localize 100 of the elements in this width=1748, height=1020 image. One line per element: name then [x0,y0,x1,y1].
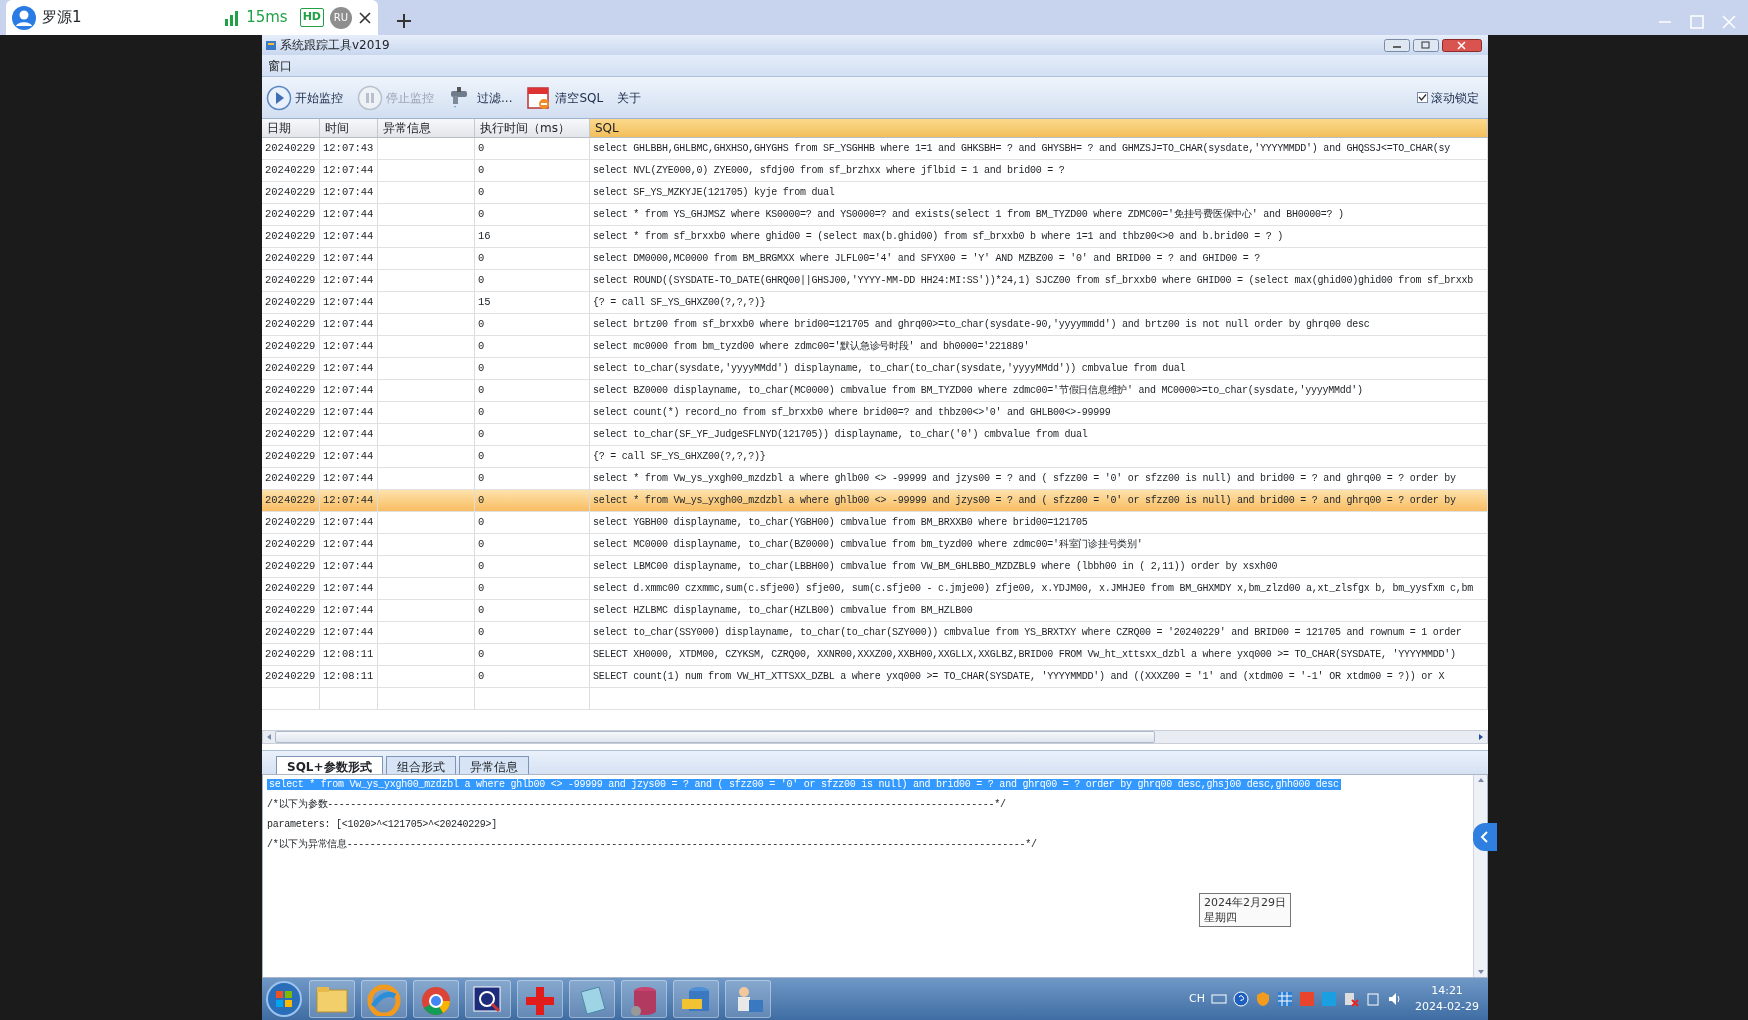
column-header[interactable]: 日期 [262,119,320,137]
date-cell: 20240229 [265,670,316,682]
time-cell: 12:07:44 [323,186,374,198]
scroll-lock-checkbox[interactable]: 滚动锁定 [1417,88,1479,107]
restore-icon[interactable] [1413,38,1439,52]
sql-cell: select * from YS_GHJMSZ where KS0000=? and YS0000=? and exists(select 1 from BM_TYZD00 where ZDMC00='免挂号费医保中心' and BH0000=? ) [593,209,1344,220]
date-cell: 20240229 [265,208,316,220]
duration-cell: 0 [478,648,485,660]
sql-cell: SELECT count(1) num from VW_HT_XTTSXX_DZBL a where yxq000 >= TO_CHAR(SYSDATE, 'YYYYMMDD') and ((XXXZ00 = '1' and (xtdm00 = '-1' OR xtdm00 = ?)) or X [593,671,1445,682]
table-row[interactable]: 20240229 12:07:44 0 {? = call SF_YS_GHXZ00(?,?,?)} [262,446,1488,468]
tab[interactable]: 异常信息 [458,756,529,774]
table-row[interactable]: 20240229 12:07:44 0 select count(*) record_no from sf_brxxb0 where brid00=? and thbz00<>'0' and GHLB00<>-99999 [262,402,1488,424]
sql-cell: select LBMC00 displayname, to_char(LBBH00) cmbvalue from VW_BM_GHLBBO_MZDZBL9 where (lbbh00 in ( 2,11)) order by xsxh00 [593,561,1278,572]
help-icon[interactable] [1233,991,1250,1007]
table-row[interactable]: 20240229 12:07:44 0 select NVL(ZYE000,0) ZYE000, sfdj00 from sf_brzhxx where jflbid = 1 and brid00 = ? [262,160,1488,182]
time-cell: 12:07:44 [323,340,374,352]
close-icon[interactable] [358,10,372,25]
duration-cell: 0 [478,252,485,264]
time-cell: 12:07:44 [323,604,374,616]
swirl-logo-icon[interactable] [365,982,403,1016]
vertical-scrollbar[interactable] [1473,775,1487,977]
duration-cell: 0 [478,538,485,550]
table-row[interactable]: 20240229 12:08:11 0 SELECT XH0000, XTDM00, CZYKSM, CZRQ00, XXNR00,XXXZ00,XXBH00,XXGLLX,XXGLBZ,BRID00 FROM Vw_ht_xttsxx_dzbl a where yxq000 >= TO_CHAR(SYSDATE, 'YYYYMMDD') [262,644,1488,666]
window-title: 系统跟踪工具v2019 [280,37,390,54]
duration-cell: 0 [478,208,485,220]
start-orb-icon[interactable] [265,980,303,1018]
date-cell: 20240229 [265,582,316,594]
date-cell: 20240229 [265,340,316,352]
time-cell: 12:07:44 [323,296,374,308]
sql-cell: {? = call SF_YS_GHXZ00(?,?,?)} [593,451,766,462]
menu-item[interactable]: 窗口 [268,56,292,75]
close-icon[interactable] [1442,38,1482,52]
date-cell: 20240229 [265,626,316,638]
sql-cell: select * from Vw_ys_yxgh00_mzdzbl a where ghlb00 <> -99999 and jzys00 = ? and ( sfzz00 = '0' or sfzz00 is null) and brid00 = ? and ghrq00 = ? order by [593,473,1456,484]
table-row[interactable]: 20240229 12:07:44 0 select brtz00 from sf_brxxb0 where brid00=121705 and ghrq00>=to_char(sysdate-90,'yyyymmdd') and brtz00 is not null order by ghrq00 desc [262,314,1488,336]
time-cell: 12:07:44 [323,362,374,374]
table-row[interactable]: 20240229 12:07:44 0 select mc0000 from bm_tyzd00 where zdmc00='默认急诊号时段' and bh0000='221889' [262,336,1488,358]
table-row[interactable]: 20240229 12:07:44 0 select to_char(sysdate,'yyyyMMdd') displayname, to_char(to_char(sysdate,'yyyyMMdd')) cmbvalue from dual [262,358,1488,380]
user-avatar-icon [12,5,36,30]
plus-icon[interactable] [396,13,412,29]
network-icon[interactable] [1343,991,1360,1007]
minimize-icon[interactable] [1384,38,1410,52]
table-row[interactable]: 20240229 12:07:44 0 select SF_YS_MZKYJE(121705) kyje from dual [262,182,1488,204]
table-row[interactable]: 20240229 12:07:44 16 select * from sf_brxxb0 where ghid00 = (select max(b.ghid00) from sf_brxxb0 b where 1=1 and thbz00<>0 and b.brid00 = ? ) [262,226,1488,248]
table-row[interactable]: 20240229 12:07:44 0 select LBMC00 displayname, to_char(LBBH00) cmbvalue from VW_BM_GHLBBO_MZDZBL9 where (lbbh00 in ( 2,11)) order by xsxh00 [262,556,1488,578]
table-row[interactable]: 20240229 12:07:43 0 select GHLBBH,GHLBMC,GHXHSO,GHYGHS from SF_YSGHHB where 1=1 and GHKSBH= ? and GHYSBH= ? and GHMZSJ=TO_CHAR(sysdate,'YYYYMMDD') and GHQSSJ<=TO_CHAR(sy [262,138,1488,160]
toolbar-button[interactable]: 关于 [616,87,643,108]
table-row[interactable]: 20240229 12:07:44 0 select DM0000,MC0000 from BM_BRGMXX where JLFL00='4' and SFYX00 = 'Y' AND MZBZ00 = '0' and BRID00 = ? and GHID00 = ? [262,248,1488,270]
duration-cell: 0 [478,516,485,528]
text-line: parameters: [<1020>^<121705>^<20240229>] [267,819,498,830]
shield-icon[interactable] [1255,991,1272,1007]
table-row[interactable]: 20240229 12:07:44 0 select ROUND((SYSDATE-TO_DATE(GHRQ00||GHSJ00,'YYYY-MM-DD HH24:MI:SS'))*24,1) SJCZ00 from sf_brxxb0 where GHID00 = (select max(ghid00)ghid00 from sf_brxxb [262,270,1488,292]
user-initials-avatar: RU [330,6,352,29]
time-cell: 12:07:44 [323,208,374,220]
date-cell: 20240229 [265,230,316,242]
date-cell: 20240229 [265,252,316,264]
tab[interactable]: 组合形式 [385,756,456,774]
table-row[interactable]: 20240229 12:07:44 0 select MC0000 displayname, to_char(BZ0000) cmbvalue from bm_tyzd00 where zdmc00='科室门诊挂号类别' [262,534,1488,556]
tab-title[interactable]: 罗源1 [42,6,82,29]
grid-icon[interactable] [1277,991,1294,1007]
tab[interactable]: SQL+参数形式 [276,756,383,774]
table-row[interactable]: 20240229 12:07:44 0 select * from Vw_ys_yxgh00_mzdzbl a where ghlb00 <> -99999 and jzys00 = ? and ( sfzz00 = '0' or sfzz00 is null) and brid00 = ? and ghrq00 = ? order by [262,490,1488,512]
table-row[interactable]: 20240229 12:07:44 0 select to_char(SF_YF_JudgeSFLNYD(121705)) displayname, to_char('0') cmbvalue from dual [262,424,1488,446]
horizontal-scrollbar[interactable] [262,730,1488,744]
text-line: /*以下为异常信息----------------------------------------------------------------------------------------------------------------------*/ [267,839,1037,850]
scrollbar-thumb[interactable] [275,731,1155,743]
clock-date: 2024-02-29 [1415,999,1479,1015]
pause-icon [357,84,383,111]
column-header[interactable]: 异常信息 [378,119,475,137]
table-row[interactable]: 20240229 12:07:44 0 select d.xmmc00 czxmmc,sum(c.sfje00) sfje00, sum(c.sfje00 - c.jmje00) zfje00, x.YDJM00, x.JMHJE0 from BM_GHXMDY x,bm_zlzd00 a,xt_zlsfgx b, bm_yysfxm c,bm [262,578,1488,600]
sql-cell: select ROUND((SYSDATE-TO_DATE(GHRQ00||GHSJ00,'YYYY-MM-DD HH24:MI:SS'))*24,1) SJCZ00 from sf_brxxb0 where GHID00 = (select max(ghid00)ghid00 from sf_brxxb [593,275,1473,286]
duration-cell: 16 [478,230,491,242]
table-row[interactable]: 20240229 12:07:44 0 select YGBH00 displayname, to_char(YGBH00) cmbvalue from BM_BRXXB0 where brid00=121705 [262,512,1488,534]
checkbox-icon[interactable] [1417,92,1428,103]
time-cell: 12:07:44 [323,516,374,528]
table-row[interactable]: 20240229 12:07:44 0 select HZLBMC displayname, to_char(HZLB00) cmbvalue from BM_HZLB00 [262,600,1488,622]
play-icon [266,84,292,111]
duration-cell: 0 [478,582,485,594]
column-header[interactable]: 时间 [320,119,378,137]
toolbar-button[interactable]: 过滤... [447,83,514,112]
side-panel-button[interactable] [1473,823,1497,851]
hd-badge: HD [299,8,324,27]
sql-cell: select to_char(SF_YF_JudgeSFLNYD(121705)) displayname, to_char('0') cmbvalue from dual [593,429,1088,440]
taskbar-clock[interactable]: 14:21 2024-02-29 [1415,982,1479,1016]
duration-cell: 0 [478,186,485,198]
table-row[interactable]: 20240229 12:07:44 0 select to_char(SSY000) displayname, to_char(to_char(SZY000)) cmbvalue from YS_BRXTXY where CZRQ00 = '20240229' and BRID00 = 121705 and rownum = 1 order [262,622,1488,644]
toolbar-button[interactable]: 开始监控 [265,83,344,112]
language-indicator[interactable]: CH [1189,990,1206,1008]
table-row[interactable]: 20240229 12:07:44 0 select BZ0000 displayname, to_char(MC0000) cmbvalue from BM_TYZD00 where zdmc00='节假日信息维护' and MC0000>=to_char(sysdate,'yyyyMMdd') [262,380,1488,402]
latency-text: 15ms [246,7,288,29]
sql-cell: select GHLBBH,GHLBMC,GHXHSO,GHYGHS from SF_YSGHHB where 1=1 and GHKSBH= ? and GHYSBH= ? and GHMZSJ=TO_CHAR(sysdate,'YYYYMMDD') and GHQSSJ<=TO_CHAR(sy [593,143,1450,154]
toolbar-button[interactable]: 清空SQL [525,83,605,112]
table-row[interactable]: 20240229 12:07:44 0 select * from YS_GHJMSZ where KS0000=? and YS0000=? and exists(select 1 from BM_TYZD00 where ZDMC00='免挂号费医保中心' and BH0000=? ) [262,204,1488,226]
table-row[interactable]: 20240229 12:08:11 0 SELECT count(1) num from VW_HT_XTTSXX_DZBL a where yxq000 >= TO_CHAR(SYSDATE, 'YYYYMMDD') and ((XXXZ00 = '1' and (xtdm00 = '-1' OR xtdm00 = ?)) or X [262,666,1488,688]
date-cell: 20240229 [265,604,316,616]
column-header[interactable]: SQL [590,119,1488,137]
chevron-left-icon [1480,831,1490,843]
sql-cell: select HZLBMC displayname, to_char(HZLB00) cmbvalue from BM_HZLB00 [593,605,973,616]
table-row[interactable]: 20240229 12:07:44 15 {? = call SF_YS_GHXZ00(?,?,?)} [262,292,1488,314]
sql-cell: select DM0000,MC0000 from BM_BRGMXX where JLFL00='4' and SFYX00 = 'Y' AND MZBZ00 = '0' and BRID00 = ? and GHID00 = ? [593,253,1261,264]
